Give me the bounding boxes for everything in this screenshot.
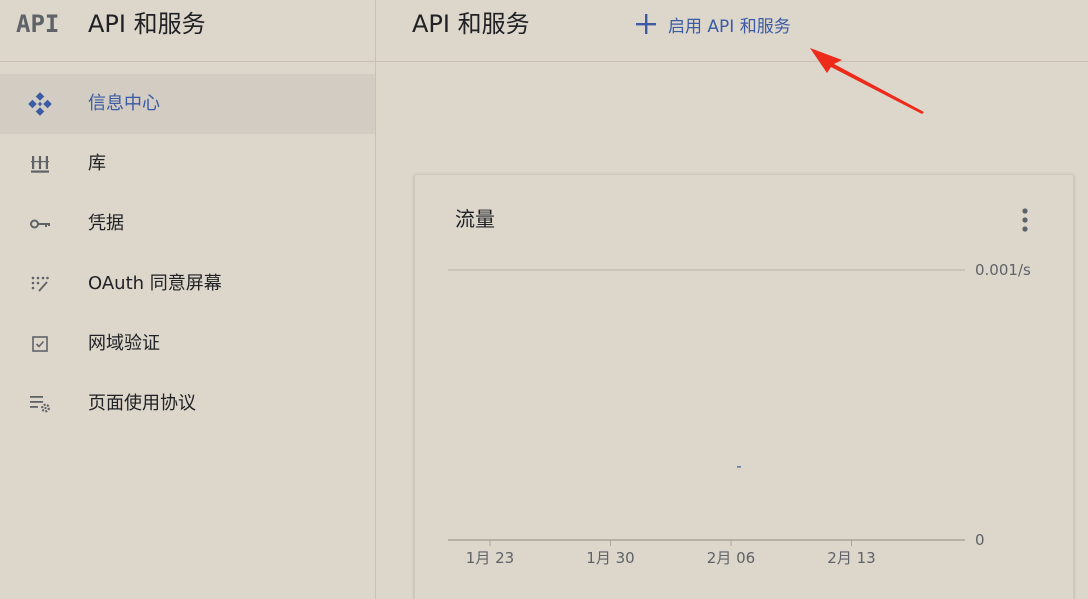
- no-data-marker: -: [736, 457, 741, 475]
- sidebar-nav: 信息中心 库 凭据 OAuth 同意屏幕 网域验证 页面使用协议: [0, 74, 375, 434]
- y-tick-label: 0: [975, 531, 985, 549]
- api-logo[interactable]: API: [16, 8, 59, 40]
- settings-list-icon: [30, 396, 50, 413]
- y-tick-label: 0.001/s: [975, 261, 1031, 279]
- annotation-arrow: [810, 48, 924, 114]
- enable-apis-button[interactable]: 启用 API 和服务: [634, 8, 791, 40]
- checkbox-icon: [32, 336, 48, 352]
- sidebar-header: API API 和服务: [0, 0, 375, 62]
- traffic-chart: 0.001/s 0 1月 23 1月 30 2月 06 2月 13 -: [448, 261, 1031, 567]
- sidebar-item-label: 凭据: [88, 213, 124, 234]
- plus-icon: [636, 14, 656, 34]
- sidebar-item-domain-verification[interactable]: 网域验证: [0, 314, 375, 374]
- sidebar-item-label: 页面使用协议: [88, 393, 196, 414]
- sidebar-item-library[interactable]: 库: [0, 134, 375, 194]
- key-icon: [30, 219, 50, 229]
- sidebar-item-credentials[interactable]: 凭据: [0, 194, 375, 254]
- product-title: API 和服务: [88, 10, 206, 38]
- x-tick-label: 2月 13: [827, 549, 875, 567]
- sidebar-item-label: OAuth 同意屏幕: [88, 273, 222, 294]
- sidebar-item-page-usage-agreement[interactable]: 页面使用协议: [0, 374, 375, 434]
- dashboard-icon: [28, 92, 52, 116]
- library-icon: [31, 156, 49, 173]
- sidebar-item-oauth-consent[interactable]: OAuth 同意屏幕: [0, 254, 375, 314]
- x-tick-label: 1月 23: [466, 549, 514, 567]
- sidebar-item-label: 信息中心: [88, 93, 160, 114]
- app-window: API API 和服务 信息中心 库 凭据 OAuth 同意屏幕 网域验证 页面…: [0, 0, 1088, 599]
- x-tick-label: 1月 30: [586, 549, 634, 567]
- consent-icon: [31, 276, 49, 292]
- sidebar-item-label: 网域验证: [88, 333, 160, 354]
- enable-apis-button-label: 启用 API 和服务: [668, 16, 791, 37]
- sidebar-item-label: 库: [88, 153, 106, 174]
- x-tick-label: 2月 06: [707, 549, 755, 567]
- traffic-card: 流量 0.001/s 0 1月 23 1月 30 2月 06 2月 13-: [414, 174, 1074, 599]
- sidebar: API API 和服务 信息中心 库 凭据 OAuth 同意屏幕 网域验证 页面…: [0, 0, 376, 599]
- sidebar-item-dashboard[interactable]: 信息中心: [0, 74, 375, 134]
- page-title: API 和服务: [412, 10, 530, 38]
- main-header: API 和服务 启用 API 和服务: [376, 0, 1088, 62]
